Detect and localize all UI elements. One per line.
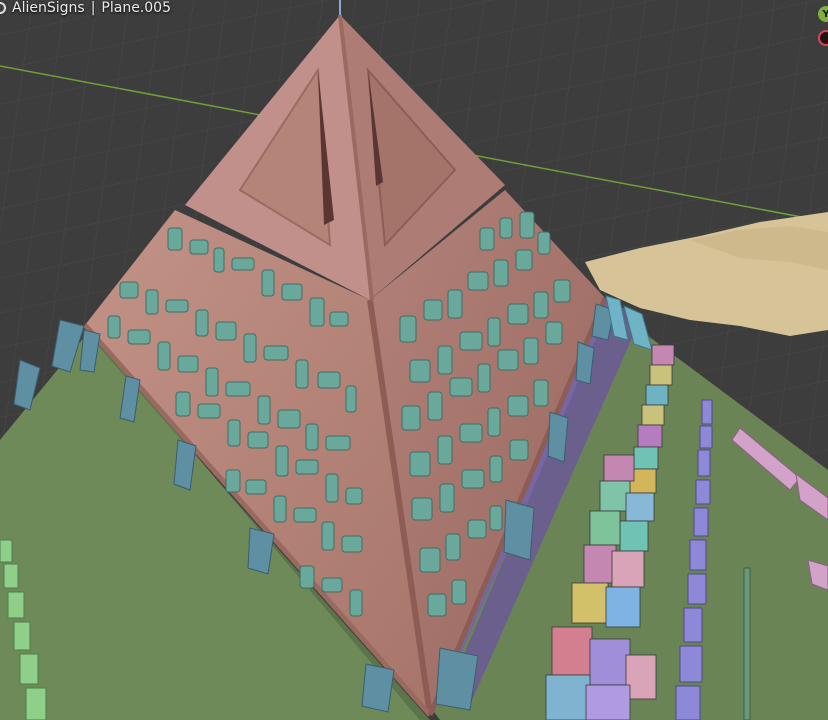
navigation-gizmo-y-axis[interactable]: Y [818, 6, 828, 22]
gizmo-y-label: Y [822, 8, 828, 20]
3d-viewport[interactable]: AlienSigns | Plane.005 Y [0, 0, 828, 720]
viewport-object-info: AlienSigns | Plane.005 [0, 0, 171, 18]
active-object-name: Plane.005 [101, 0, 171, 16]
info-separator: | [90, 0, 96, 16]
collection-name: AlienSigns [12, 0, 85, 16]
viewport-scene [0, 0, 828, 720]
navigation-gizmo-neg-x-axis[interactable] [818, 30, 828, 46]
scene-icon [0, 2, 6, 14]
green-pole [743, 567, 751, 720]
